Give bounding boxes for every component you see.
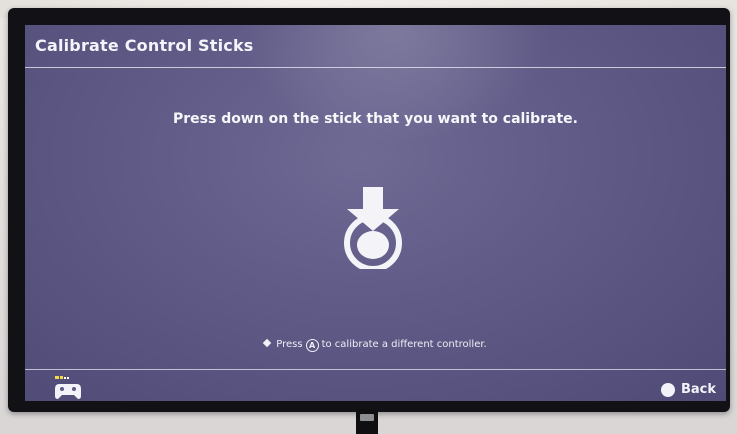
hint-suffix: to calibrate a different controller.	[321, 339, 487, 350]
press-down-stick-icon	[344, 187, 402, 269]
hint-text: Press Ato calibrate a different controlle…	[25, 338, 726, 352]
back-label: Back	[680, 382, 716, 397]
monitor-stand	[356, 409, 378, 434]
a-button-icon: A	[305, 339, 319, 352]
footer-divider	[25, 369, 726, 370]
header-divider	[25, 67, 726, 68]
controller-icon[interactable]	[53, 375, 83, 401]
monitor-frame: Calibrate Control Sticks Press down on t…	[8, 8, 730, 412]
diamond-bullet-icon	[263, 338, 272, 348]
back-button[interactable]: Back	[660, 382, 716, 397]
switch-screen: Calibrate Control Sticks Press down on t…	[25, 25, 726, 401]
b-button-icon	[660, 382, 675, 397]
page-title: Calibrate Control Sticks	[35, 36, 254, 55]
hint-prefix: Press	[276, 339, 303, 350]
monitor-logo	[360, 414, 374, 421]
screen-glare	[235, 25, 555, 145]
instruction-text: Press down on the stick that you want to…	[173, 111, 578, 127]
